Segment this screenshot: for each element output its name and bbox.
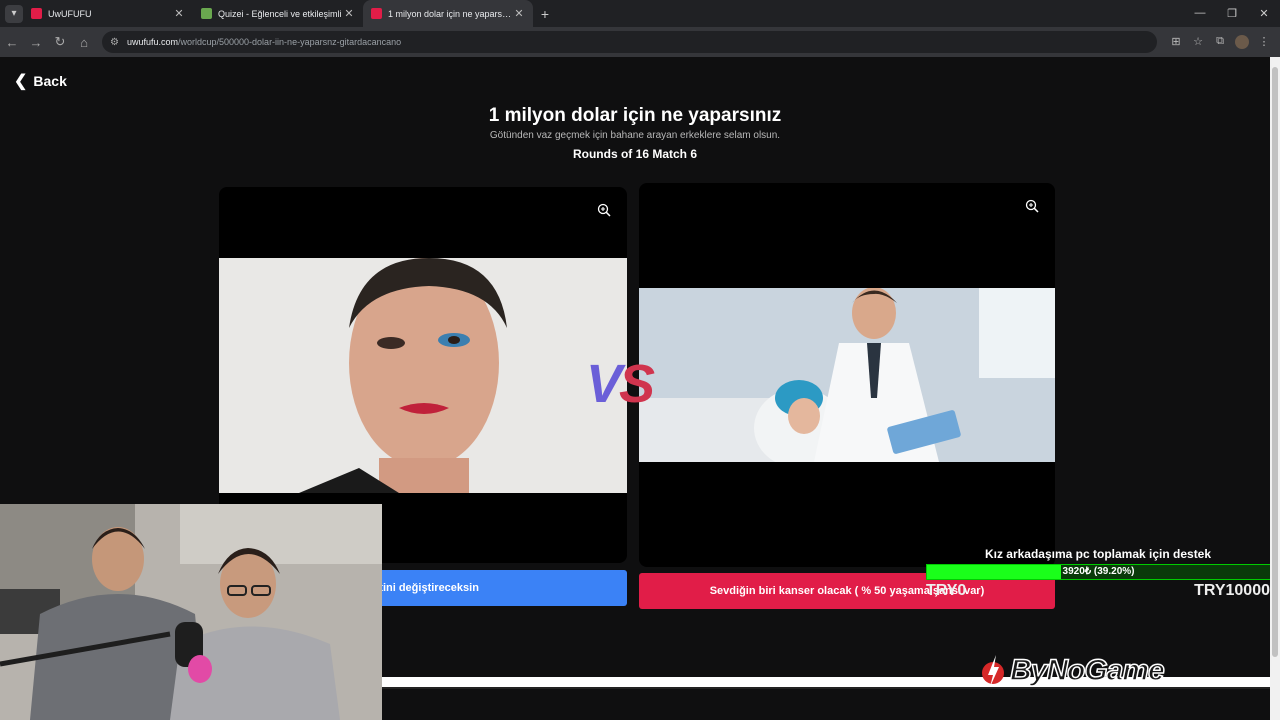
restore-icon[interactable]: ❐ <box>1216 7 1248 20</box>
bynogame-logo-icon <box>982 655 1004 687</box>
tab-title: Quizei - Eğlenceli ve etkileşimli <box>218 8 342 19</box>
scrollbar-thumb[interactable] <box>1272 67 1278 657</box>
url-host: uwufufu.com <box>126 37 178 47</box>
menu-dots-icon[interactable]: ⋮ <box>1253 35 1275 49</box>
tab-title: UwUFUFU <box>48 8 92 19</box>
bynogame-logo-text: ByNoGame <box>1009 653 1165 688</box>
site-info-icon[interactable]: ⚙ <box>110 37 119 48</box>
chevron-left-icon: ❮ <box>14 73 28 90</box>
browser-toolbar: ← → ↻ ⌂ ⚙ uwufufu.com/worldcup/500000-do… <box>0 27 1280 57</box>
right-choice-image <box>639 288 1055 462</box>
new-tab-button[interactable]: + <box>533 6 557 22</box>
zoom-in-icon[interactable] <box>597 203 611 217</box>
close-icon[interactable]: ✕ <box>513 7 525 20</box>
donation-min-label: TRY0 <box>926 582 967 599</box>
window-controls: — ❐ ✕ <box>1184 7 1280 20</box>
left-choice-image <box>219 258 627 493</box>
tab-title: 1 milyon dolar için ne yaparsınız <box>388 8 513 19</box>
tab-uwufufu[interactable]: UwUFUFU ✕ <box>23 0 193 27</box>
vs-badge: VS <box>586 354 655 414</box>
page-scrollbar[interactable] <box>1270 57 1280 720</box>
tab-active-quiz[interactable]: 1 milyon dolar için ne yaparsınız ✕ <box>363 0 533 27</box>
reload-icon[interactable]: ↻ <box>48 34 72 50</box>
profile-avatar[interactable] <box>1235 35 1249 49</box>
zoom-in-icon[interactable] <box>1025 199 1039 213</box>
bynogame-logo: ByNoGame <box>980 653 1165 689</box>
donation-progress-text: 3920₺ (39.20%) <box>1062 566 1135 577</box>
close-icon[interactable]: ✕ <box>173 7 185 20</box>
minimize-icon[interactable]: — <box>1184 7 1216 20</box>
forward-arrow-icon[interactable]: → <box>24 35 48 50</box>
back-arrow-icon[interactable]: ← <box>0 35 24 50</box>
quiz-header: 1 milyon dolar için ne yaparsınız Götünd… <box>0 105 1270 161</box>
webcam-overlay <box>0 504 382 720</box>
quizei-favicon-icon <box>201 8 212 19</box>
bookmark-star-icon[interactable]: ☆ <box>1187 35 1209 49</box>
browser-tab-bar: ▾ UwUFUFU ✕ Quizei - Eğlenceli ve etkile… <box>0 0 1280 27</box>
donation-progress-bar: 3920₺ (39.20%) <box>926 564 1271 580</box>
page-subtitle: Götünden vaz geçmek için bahane arayan e… <box>489 130 781 141</box>
back-label: Back <box>33 73 67 89</box>
uwufufu-favicon-icon <box>371 8 382 19</box>
back-button[interactable]: ❮ Back <box>14 71 67 91</box>
tab-quizei[interactable]: Quizei - Eğlenceli ve etkileşimli ✕ <box>193 0 363 27</box>
home-icon[interactable]: ⌂ <box>72 35 96 50</box>
translate-icon[interactable]: ⊞ <box>1165 35 1187 49</box>
close-icon[interactable]: ✕ <box>343 7 355 20</box>
round-info: Rounds of 16 Match 6 <box>572 147 697 161</box>
extensions-icon[interactable]: ⧉ <box>1209 35 1231 49</box>
tab-search-button[interactable]: ▾ <box>5 4 23 23</box>
uwufufu-favicon-icon <box>31 8 42 19</box>
donation-max-label: TRY10000 <box>1194 582 1270 599</box>
window-close-icon[interactable]: ✕ <box>1248 7 1280 20</box>
url-path: /worldcup/500000-dolar-iin-ne-yaparsnz-g… <box>178 37 402 47</box>
right-choice-card[interactable] <box>639 183 1055 567</box>
address-bar[interactable]: ⚙ uwufufu.com/worldcup/500000-dolar-iin-… <box>102 31 1157 53</box>
page-title: 1 milyon dolar için ne yaparsınız <box>488 105 782 126</box>
donation-goal-title: Kız arkadaşıma pc toplamak için destek <box>984 547 1212 561</box>
